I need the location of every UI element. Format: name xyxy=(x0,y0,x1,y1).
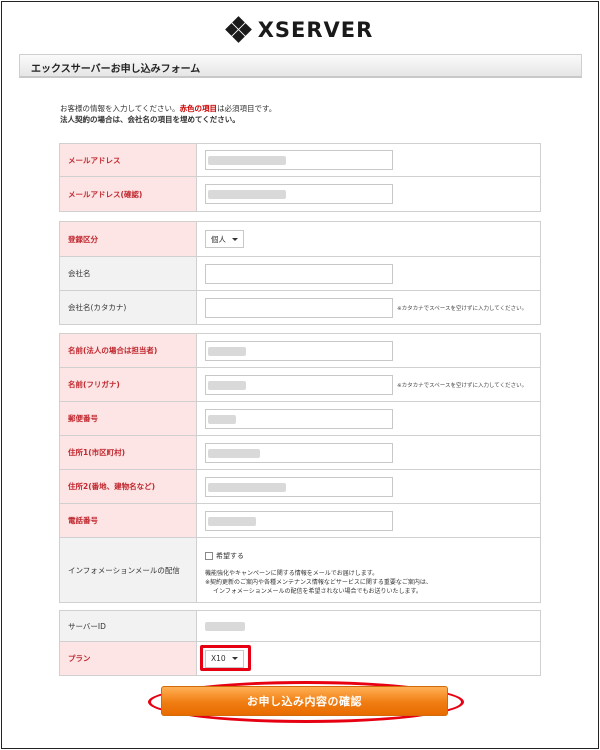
company-kana-note: ※カタカナでスペースを空けずに入力してください。 xyxy=(397,305,528,312)
email-label: メールアドレス xyxy=(60,144,196,176)
name-label: 名前(法人の場合は担当者) xyxy=(60,334,196,367)
email-confirm-input[interactable] xyxy=(205,184,393,204)
brand-name: XSERVER xyxy=(257,18,374,42)
address1-row: 住所1(市区町村) xyxy=(60,436,540,470)
postal-input[interactable] xyxy=(205,408,393,429)
phone-row: 電話番号 xyxy=(60,504,540,538)
reg-type-select[interactable]: 個人 xyxy=(205,230,244,248)
info-mail-label: インフォメーションメールの配信 xyxy=(60,538,196,602)
intro-line2: 法人契約の場合は、会社名の項目を埋めてください。 xyxy=(60,115,240,124)
email-confirm-row: メールアドレス(確認) xyxy=(60,177,540,211)
address2-row: 住所2(番地、建物名など) xyxy=(60,470,540,504)
registration-group: 登録区分 個人 会社名 会社名(カタカナ) ※カタカナでスペースを空けずに入力し… xyxy=(59,221,541,325)
info-mail-desc-3: インフォメーションメールの配信を希望されない場合でもお送りいたします。 xyxy=(213,587,422,595)
info-mail-checkbox-line[interactable]: 希望する xyxy=(205,551,244,561)
name-kana-note: ※カタカナでスペースを空けずに入力してください。 xyxy=(397,382,528,389)
postal-label: 郵便番号 xyxy=(60,402,196,435)
intro-text: お客様の情報を入力してください。赤色の項目は必須項目です。 法人契約の場合は、会… xyxy=(60,103,276,125)
name-row: 名前(法人の場合は担当者) xyxy=(60,334,540,368)
company-kana-label: 会社名(カタカナ) xyxy=(60,291,196,324)
server-id-label: サーバーID xyxy=(60,611,196,641)
chevron-down-icon xyxy=(232,237,238,241)
email-group: メールアドレス メールアドレス(確認) xyxy=(59,143,541,212)
company-kana-input[interactable] xyxy=(205,297,393,318)
logo-diamond-icon xyxy=(224,16,252,43)
page-frame: XSERVER エックスサーバーお申し込みフォーム お客様の情報を入力してくださ… xyxy=(1,1,599,749)
plan-row: プラン X10 xyxy=(60,642,540,675)
phone-input[interactable] xyxy=(205,510,393,531)
info-mail-desc-2: ※契約更新のご案内や各種メンテナンス情報などサービスに関する重要なご案内は、 xyxy=(205,578,432,586)
address1-input[interactable] xyxy=(205,442,393,463)
info-mail-desc-1: 機能強化やキャンペーンに関する情報をメールでお届けします。 xyxy=(205,569,379,577)
intro-line1-b: は必須項目です。 xyxy=(217,104,277,113)
company-input[interactable] xyxy=(205,263,393,284)
info-mail-row: インフォメーションメールの配信 希望する 機能強化やキャンペーンに関する情報をメ… xyxy=(60,538,540,602)
confirm-submit-button[interactable]: お申し込み内容の確認 xyxy=(161,686,448,716)
reg-type-value: 個人 xyxy=(211,234,226,244)
personal-group: 名前(法人の場合は担当者) 名前(フリガナ) ※カタカナでスペースを空けずに入力… xyxy=(59,333,541,603)
intro-line1-a: お客様の情報を入力してください。 xyxy=(60,104,180,113)
phone-label: 電話番号 xyxy=(60,504,196,537)
email-confirm-label: メールアドレス(確認) xyxy=(60,177,196,211)
info-mail-checkbox[interactable] xyxy=(205,551,213,560)
address2-label: 住所2(番地、建物名など) xyxy=(60,470,196,503)
email-input[interactable] xyxy=(205,150,393,170)
company-kana-row: 会社名(カタカナ) ※カタカナでスペースを空けずに入力してください。 xyxy=(60,291,540,324)
intro-required-marker: 赤色の項目 xyxy=(179,104,218,113)
email-row: メールアドレス xyxy=(60,144,540,177)
reg-type-label: 登録区分 xyxy=(60,222,196,256)
name-input[interactable] xyxy=(205,340,393,361)
plan-highlight-box xyxy=(200,645,251,671)
brand-logo[interactable]: XSERVER xyxy=(2,16,598,44)
company-row: 会社名 xyxy=(60,257,540,291)
address1-label: 住所1(市区町村) xyxy=(60,436,196,469)
form-title: エックスサーバーお申し込みフォーム xyxy=(19,54,582,78)
plan-group: サーバーID プラン X10 xyxy=(59,610,541,676)
postal-row: 郵便番号 xyxy=(60,402,540,436)
server-id-row: サーバーID xyxy=(60,611,540,642)
plan-label: プラン xyxy=(60,642,196,675)
company-label: 会社名 xyxy=(60,257,196,290)
address2-input[interactable] xyxy=(205,476,393,497)
info-mail-checkbox-label: 希望する xyxy=(216,551,244,560)
name-kana-row: 名前(フリガナ) ※カタカナでスペースを空けずに入力してください。 xyxy=(60,368,540,402)
server-id-value xyxy=(205,621,245,631)
reg-type-row: 登録区分 個人 xyxy=(60,222,540,257)
name-kana-input[interactable] xyxy=(205,374,393,395)
name-kana-label: 名前(フリガナ) xyxy=(60,368,196,401)
